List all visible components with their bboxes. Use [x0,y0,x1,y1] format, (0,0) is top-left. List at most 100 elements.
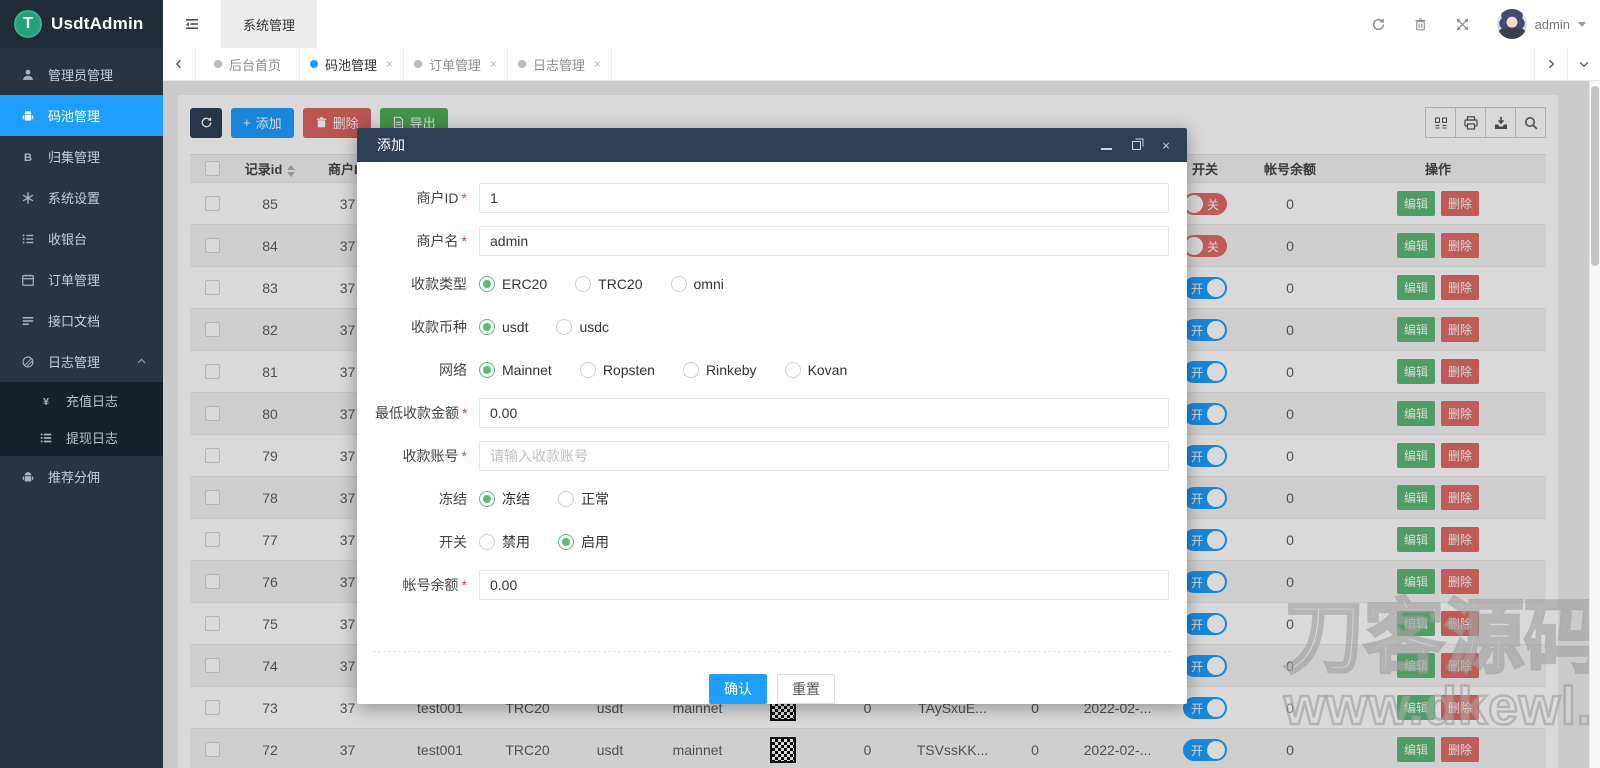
radio-label: omni [694,276,724,292]
radio-label: 启用 [581,532,609,552]
form-field-收款类型: 收款类型 ERC20 TRC20 omni [375,262,1169,305]
radio-option-禁用[interactable]: 禁用 [479,532,530,552]
tabs-more-icon[interactable] [1567,48,1600,80]
radio-dot-icon [580,362,596,378]
sidebar-item-系统设置[interactable]: 系统设置 [0,177,163,218]
tab-close-icon[interactable]: × [594,57,601,71]
radio-label: ERC20 [502,276,547,292]
radio-option-正常[interactable]: 正常 [558,489,609,509]
tab-close-icon[interactable]: × [490,57,497,71]
field-label: 网络 [375,360,479,380]
radio-group-收款类型: ERC20 TRC20 omni [479,276,724,292]
sidebar-item-码池管理[interactable]: 码池管理 [0,95,163,136]
app-root: T UsdtAdmin 管理员管理码池管理B归集管理系统设置收银台订单管理接口文… [0,0,1600,768]
radio-option-Rinkeby[interactable]: Rinkeby [683,362,757,378]
radio-group-冻结: 冻结 正常 [479,489,609,509]
svg-text:¥: ¥ [43,395,49,407]
radio-option-TRC20[interactable]: TRC20 [575,276,642,292]
sidebar-item-label: 管理员管理 [48,65,113,84]
topnav-tab-system[interactable]: 系统管理 [221,0,317,48]
sidebar-item-接口文档[interactable]: 接口文档 [0,300,163,341]
radio-option-冻结[interactable]: 冻结 [479,489,530,509]
scrollbar-thumb[interactable] [1591,86,1599,266]
sidebar-item-订单管理[interactable]: 订单管理 [0,259,163,300]
close-icon[interactable]: × [1159,138,1173,152]
radio-dot-icon [558,491,574,507]
radio-dot-icon [683,362,699,378]
radio-dot-icon [575,276,591,292]
radio-option-Ropsten[interactable]: Ropsten [580,362,655,378]
field-label: 开关 [375,532,479,552]
radio-label: Mainnet [502,362,552,378]
field-input-商户ID[interactable] [479,183,1169,213]
tab-码池管理[interactable]: 码池管理× [300,48,404,80]
reset-button[interactable]: 重置 [777,674,835,704]
sidebar-item-管理员管理[interactable]: 管理员管理 [0,54,163,95]
radio-dot-icon [479,276,495,292]
radio-label: 正常 [581,489,609,509]
modal-header: 添加 × [357,128,1187,162]
tab-label: 订单管理 [429,55,481,74]
minimize-icon[interactable] [1099,138,1113,152]
user-menu[interactable]: admin [1497,9,1586,39]
vertical-scrollbar[interactable] [1589,81,1600,768]
confirm-button[interactable]: 确认 [709,674,767,704]
sidebar-item-label: 码池管理 [48,106,100,125]
user-name: admin [1535,17,1570,32]
form-field-最低收款金额: 最低收款金额* [375,391,1169,434]
field-input-最低收款金额[interactable] [479,398,1169,428]
form-field-帐号余额: 帐号余额* [375,563,1169,606]
radio-option-Mainnet[interactable]: Mainnet [479,362,552,378]
sidebar-subitem-提现日志[interactable]: 提现日志 [0,419,163,456]
sidebar-item-label: 推荐分佣 [48,467,100,486]
field-input-收款账号[interactable] [479,441,1169,471]
radio-option-启用[interactable]: 启用 [558,532,609,552]
modal-footer: 确认 重置 [373,651,1171,704]
sidebar-item-收银台[interactable]: 收银台 [0,218,163,259]
tabs-scroll-left-icon[interactable] [163,48,196,80]
sidebar-item-日志管理[interactable]: 日志管理 [0,341,163,382]
tether-logo-icon: T [14,10,42,38]
sidebar-item-归集管理[interactable]: B归集管理 [0,136,163,177]
tab-订单管理[interactable]: 订单管理 × [404,48,508,80]
field-label: 收款类型 [375,274,479,294]
tab-close-icon[interactable]: × [386,57,393,71]
radio-dot-icon [558,534,574,550]
radio-label: Rinkeby [706,362,757,378]
tab-后台首页[interactable]: 后台首页 [196,48,300,80]
sidebar-item-label: 接口文档 [48,311,100,330]
radio-option-usdc[interactable]: usdc [556,319,609,335]
sidebar-item-label: 日志管理 [48,352,100,371]
field-input-帐号余额[interactable] [479,570,1169,600]
radio-option-omni[interactable]: omni [671,276,724,292]
radio-option-Kovan[interactable]: Kovan [785,362,848,378]
tab-日志管理[interactable]: 日志管理× [508,48,612,80]
fullscreen-icon[interactable] [1455,17,1470,32]
form-field-开关: 开关 禁用 启用 [375,520,1169,563]
tabs-container: 后台首页码池管理×订单管理×日志管理× [196,48,612,80]
avatar[interactable] [1497,9,1527,39]
sidebar-subitem-充值日志[interactable]: ¥充值日志 [0,382,163,419]
refresh-icon[interactable] [1371,17,1386,32]
radio-option-ERC20[interactable]: ERC20 [479,276,547,292]
maximize-icon[interactable] [1129,138,1143,152]
clear-cache-icon[interactable] [1413,17,1428,32]
tab-dot-icon [310,60,318,68]
modal-title: 添加 [377,135,405,155]
sidebar-item-label: 归集管理 [48,147,100,166]
chevron-up-icon [134,356,149,367]
radio-label: usdt [502,319,528,335]
sidebar-item-推荐分佣[interactable]: 推荐分佣 [0,456,163,497]
collapse-menu-icon[interactable] [163,0,221,48]
cashier-icon [20,232,35,246]
radio-option-usdt[interactable]: usdt [479,319,528,335]
field-input-商户名[interactable] [479,226,1169,256]
form-field-网络: 网络 Mainnet Ropsten Rinkeby Kovan [375,348,1169,391]
radio-label: 冻结 [502,489,530,509]
radio-label: 禁用 [502,532,530,552]
chevron-down-icon [1578,22,1586,27]
logo: T UsdtAdmin [0,0,163,48]
field-label: 商户ID* [375,188,479,208]
tabs-scroll-right-icon[interactable] [1534,48,1567,80]
required-asterisk: * [462,190,467,206]
